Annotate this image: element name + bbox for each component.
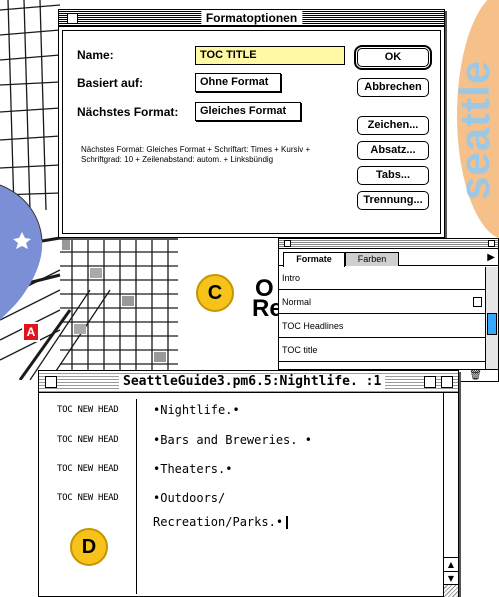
resize-grip-icon[interactable]	[444, 585, 458, 597]
paragraph-style-label: TOC NEW HEAD	[57, 405, 119, 415]
story-scrollbar[interactable]: ▲ ▼	[443, 393, 458, 597]
style-list-item[interactable]: Normal	[279, 291, 486, 314]
palette-titlebar[interactable]	[279, 239, 498, 249]
next-style-select[interactable]: Gleiches Format	[195, 102, 301, 121]
next-style-label: Nächstes Format:	[77, 105, 179, 119]
seattle-title-art: seattle	[445, 0, 499, 238]
tabs-button[interactable]: Tabs...	[357, 166, 429, 185]
style-name: TOC Headlines	[282, 321, 344, 331]
paragraph-style-label: TOC NEW HEAD	[57, 493, 119, 503]
style-name: TOC title	[282, 345, 318, 355]
story-paragraph: •Bars and Breweries. •	[153, 433, 312, 447]
style-name: Intro	[282, 273, 301, 283]
palette-scrollbar[interactable]	[485, 267, 498, 371]
paragraph-button[interactable]: Absatz...	[357, 141, 429, 160]
based-on-select[interactable]: Ohne Format	[195, 73, 281, 92]
close-box-icon[interactable]	[67, 13, 78, 24]
scroll-down-arrow-icon[interactable]: ▼	[444, 571, 458, 585]
scroll-up-arrow-icon[interactable]: ▲	[444, 557, 458, 571]
character-button[interactable]: Zeichen...	[357, 116, 429, 135]
callout-c-badge: C	[196, 274, 234, 312]
story-titlebar[interactable]: SeattleGuide3.pm6.5:Nightlife. :1	[39, 371, 458, 393]
tab-farben[interactable]: Farben	[345, 252, 399, 266]
document-icon	[473, 297, 482, 307]
name-field[interactable]: TOC TITLE	[195, 46, 345, 65]
name-label: Name:	[77, 48, 114, 62]
palette-tabs: Formate Farben ▶	[279, 249, 498, 267]
story-paragraph: •Theaters.•	[153, 462, 233, 476]
tab-menu-arrow-icon[interactable]: ▶	[487, 252, 495, 263]
dialog-titlebar[interactable]: Formatoptionen	[59, 10, 444, 27]
story-paragraph: •Nightlife.•	[153, 403, 240, 417]
story-paragraph: •Outdoors/	[153, 491, 226, 505]
story-window-title: SeattleGuide3.pm6.5:Nightlife. :1	[119, 374, 386, 389]
story-paragraph: Recreation/Parks.•	[153, 515, 289, 529]
seattle-word: seattle	[451, 59, 498, 200]
text-cursor-icon	[286, 516, 289, 529]
style-list-item[interactable]: TOC title	[279, 339, 486, 362]
palette-close-icon[interactable]	[284, 240, 291, 247]
callout-d-badge: D	[70, 528, 108, 566]
dialog-body: Name: TOC TITLE Basiert auf: Ohne Format…	[62, 30, 441, 234]
close-box-icon[interactable]	[45, 376, 57, 388]
palette-scroll-thumb[interactable]	[487, 313, 497, 335]
style-summary-text: Nächstes Format: Gleiches Format + Schri…	[81, 145, 311, 164]
paragraph-style-label: TOC NEW HEAD	[57, 435, 119, 445]
style-name: Normal	[282, 297, 312, 307]
collapse-box-icon[interactable]	[441, 376, 453, 388]
style-list-item[interactable]: Intro	[279, 267, 486, 290]
cancel-button[interactable]: Abbrechen	[357, 78, 429, 97]
style-list-item[interactable]: TOC Headlines	[279, 315, 486, 338]
palette-zoom-icon[interactable]	[488, 240, 495, 247]
story-editor-window: SeattleGuide3.pm6.5:Nightlife. :1 TOC NE…	[38, 370, 459, 597]
ok-button[interactable]: OK	[354, 45, 432, 70]
map-marker-icon: A	[22, 322, 40, 342]
zoom-box-icon[interactable]	[424, 376, 436, 388]
dialog-title: Formatoptionen	[200, 11, 303, 25]
based-on-label: Basiert auf:	[77, 76, 144, 90]
styles-palette: Formate Farben ▶ Intro Normal TOC Headli…	[278, 238, 499, 382]
paragraph-style-label: TOC NEW HEAD	[57, 464, 119, 474]
trash-icon[interactable]: 🗑	[469, 370, 482, 381]
format-options-dialog: Formatoptionen Name: TOC TITLE Basiert a…	[58, 9, 445, 238]
hyphenation-button[interactable]: Trennung...	[357, 191, 429, 210]
tab-formate[interactable]: Formate	[283, 252, 345, 267]
